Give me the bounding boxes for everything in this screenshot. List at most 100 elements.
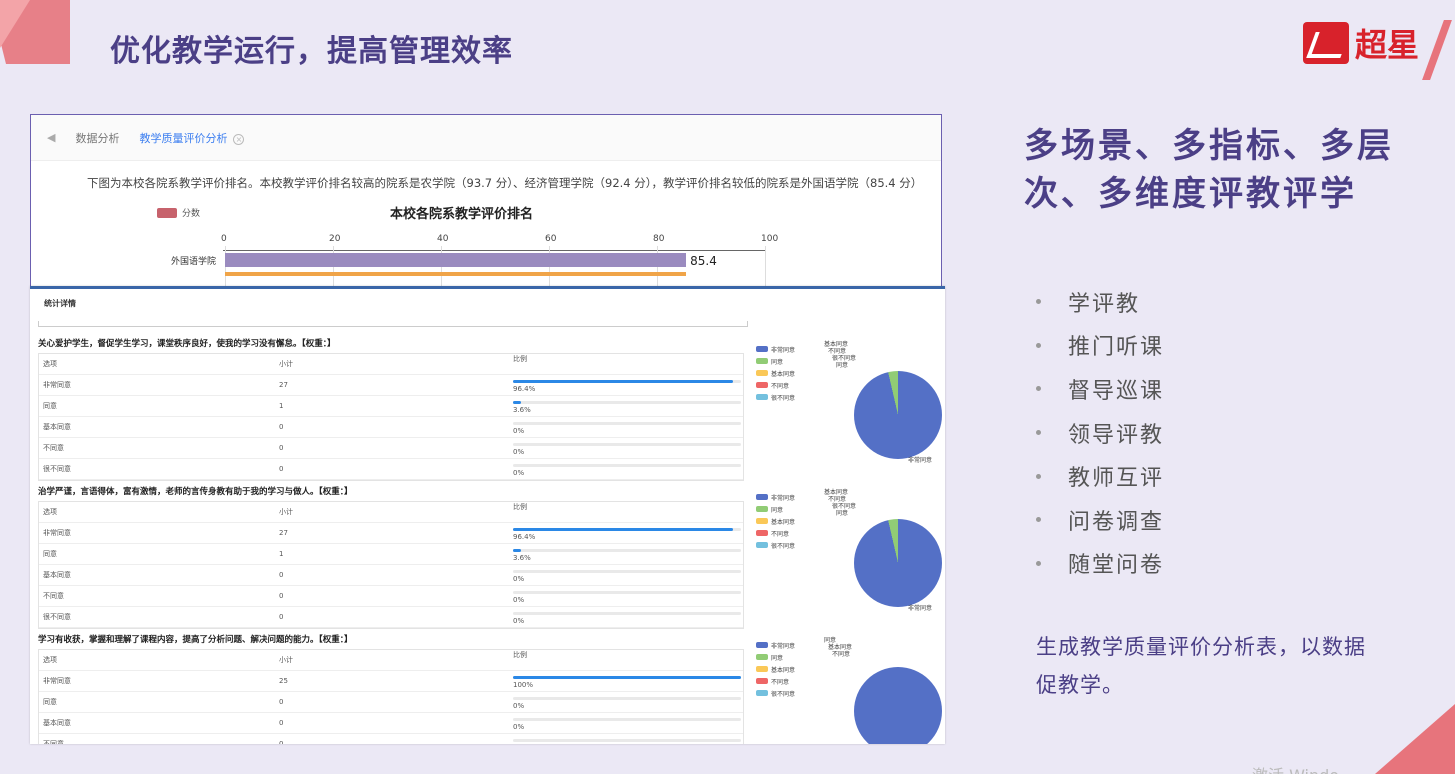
column-header: 选项 xyxy=(43,508,57,516)
bullet-dot-icon xyxy=(1036,430,1041,436)
gridline xyxy=(765,246,766,286)
option-cell: 很不同意 xyxy=(43,465,71,473)
logo-icon xyxy=(1302,22,1349,64)
pie-legend: 非常同意同意 基本同意 不同意很不同意 xyxy=(756,639,795,699)
percent-cell: 0% xyxy=(513,713,743,733)
percent-label: 0% xyxy=(513,702,525,710)
table-row: 很不同意 0 0% xyxy=(39,459,743,480)
percent-label: 0% xyxy=(513,617,525,625)
chaoxing-logo: 超星 xyxy=(1302,20,1452,80)
count-cell: 25 xyxy=(279,677,288,685)
x-tick-label: 80 xyxy=(653,234,665,244)
feature-item: 随堂问卷 xyxy=(1036,542,1164,586)
percent-label: 3.6% xyxy=(513,406,531,414)
progress-track xyxy=(513,443,741,446)
legend-item[interactable]: 很不同意 xyxy=(756,539,795,551)
legend-label: 同意 xyxy=(771,506,784,514)
statistics-detail-screenshot: 统计详情 关心爱护学生，督促学生学习，课堂秩序良好，使我的学习没有懈怠。【权重：… xyxy=(30,286,945,744)
legend-item[interactable]: 不同意 xyxy=(756,527,795,539)
percent-cell: 3.6% xyxy=(513,544,743,564)
bar-chart: 外国语学院 0 20 40 60 80 100 85.4 xyxy=(31,222,941,286)
option-cell: 基本同意 xyxy=(43,719,71,727)
legend-item[interactable]: 基本同意 xyxy=(756,367,795,379)
count-cell: 0 xyxy=(279,740,284,744)
percent-label: 0% xyxy=(513,469,525,477)
table-row: 同意 0 0% xyxy=(39,692,743,713)
tab-label: 教学质量评价分析 xyxy=(139,131,228,145)
legend-item[interactable]: 不同意 xyxy=(756,379,795,391)
analysis-description: 下图为本校各院系教学评价排名。本校教学评价排名较高的院系是农学院（93.7 分）… xyxy=(87,176,923,190)
legend-item[interactable]: 同意 xyxy=(756,503,795,515)
legend-label: 很不同意 xyxy=(771,690,796,698)
bar-foreign-languages xyxy=(225,253,687,267)
feature-item: 督导巡课 xyxy=(1036,367,1164,411)
count-cell: 0 xyxy=(279,719,284,727)
question-block: 治学严谨，言语得体，富有激情，老师的言传身教有助于我的学习与做人。【权重：】选项… xyxy=(38,485,942,629)
percent-cell: 0% xyxy=(513,438,743,458)
percent-cell: 0% xyxy=(513,734,743,744)
tab-bar: ◀ 数据分析 教学质量评价分析 × xyxy=(31,115,941,161)
stats-table: 选项 小计 比例非常同意 25 100% 同意 0 0% 基本同意 0 0% 不同意 0 0% xyxy=(38,649,744,744)
pie-legend: 非常同意同意 基本同意不同意很不同意 xyxy=(756,491,795,551)
count-cell: 0 xyxy=(279,698,284,706)
feature-item: 问卷调查 xyxy=(1036,498,1164,542)
table-row: 非常同意 27 96.4% xyxy=(39,523,743,544)
legend-label: 非常同意 xyxy=(771,346,796,354)
legend-item[interactable]: 同意 xyxy=(756,651,795,663)
option-cell: 很不同意 xyxy=(43,613,71,621)
table-row: 很不同意 0 0% xyxy=(39,607,743,628)
question-title: 治学严谨，言语得体，富有激情，老师的言传身教有助于我的学习与做人。【权重：】 xyxy=(38,487,353,497)
legend-item[interactable]: 很不同意 xyxy=(756,687,795,699)
progress-track xyxy=(513,528,741,531)
legend-label: 基本同意 xyxy=(771,370,796,378)
pie-label: 不同意 xyxy=(832,651,851,658)
bar-value-label: 85.4 xyxy=(690,254,717,268)
table-header: 选项 小计 比例 xyxy=(39,502,743,523)
percent-cell: 3.6% xyxy=(513,396,743,416)
back-icon[interactable]: ◀ xyxy=(47,131,55,144)
count-cell: 0 xyxy=(279,592,284,600)
column-header: 比例 xyxy=(513,651,527,659)
legend-item[interactable]: 同意 xyxy=(756,355,795,367)
table-row: 基本同意 0 0% xyxy=(39,713,743,734)
chart-title: 本校各院系教学评价排名 xyxy=(390,207,534,222)
table-row: 非常同意 27 96.4% xyxy=(39,375,743,396)
legend-item[interactable]: 基本同意 xyxy=(756,663,795,675)
progress-fill xyxy=(513,401,522,404)
progress-track xyxy=(513,549,741,552)
progress-track xyxy=(513,464,741,467)
close-icon[interactable]: × xyxy=(233,133,245,145)
tab-data-analysis[interactable]: 数据分析 xyxy=(75,130,119,146)
option-cell: 非常同意 xyxy=(43,381,71,389)
x-tick-label: 60 xyxy=(545,234,557,244)
percent-cell: 96.4% xyxy=(513,523,743,543)
percent-label: 3.6% xyxy=(513,554,531,562)
count-cell: 0 xyxy=(279,465,284,473)
legend-item[interactable]: 很不同意 xyxy=(756,391,795,403)
feature-item: 教师互评 xyxy=(1036,454,1164,498)
legend-item[interactable]: 基本同意 xyxy=(756,515,795,527)
legend-label: 很不同意 xyxy=(771,542,796,550)
option-cell: 不同意 xyxy=(43,444,64,452)
table-header: 选项 小计 比例 xyxy=(39,650,743,671)
progress-fill xyxy=(513,528,733,531)
legend-item[interactable]: 非常同意 xyxy=(756,639,795,651)
count-cell: 0 xyxy=(279,444,284,452)
percent-label: 0% xyxy=(513,723,525,731)
column-header: 小计 xyxy=(279,508,293,516)
tab-quality-evaluation[interactable]: 教学质量评价分析 × xyxy=(139,130,245,146)
feature-list: 学评教 推门听课 督导巡课 领导评教 教师互评 问卷调查 随堂问卷 xyxy=(1036,280,1164,585)
feature-label: 问卷调查 xyxy=(1068,509,1165,535)
legend-label: 同意 xyxy=(771,654,784,662)
corner-decoration-bottom xyxy=(1375,704,1455,774)
legend-swatch xyxy=(756,358,768,364)
legend-item[interactable]: 非常同意 xyxy=(756,343,795,355)
legend-item[interactable]: 不同意 xyxy=(756,675,795,687)
pie-chart xyxy=(854,519,942,607)
feature-item: 领导评教 xyxy=(1036,411,1164,455)
progress-track xyxy=(513,570,741,573)
legend-item[interactable]: 非常同意 xyxy=(756,491,795,503)
feature-item: 学评教 xyxy=(1036,280,1164,324)
progress-track xyxy=(513,422,741,425)
legend-label: 不同意 xyxy=(771,530,790,538)
